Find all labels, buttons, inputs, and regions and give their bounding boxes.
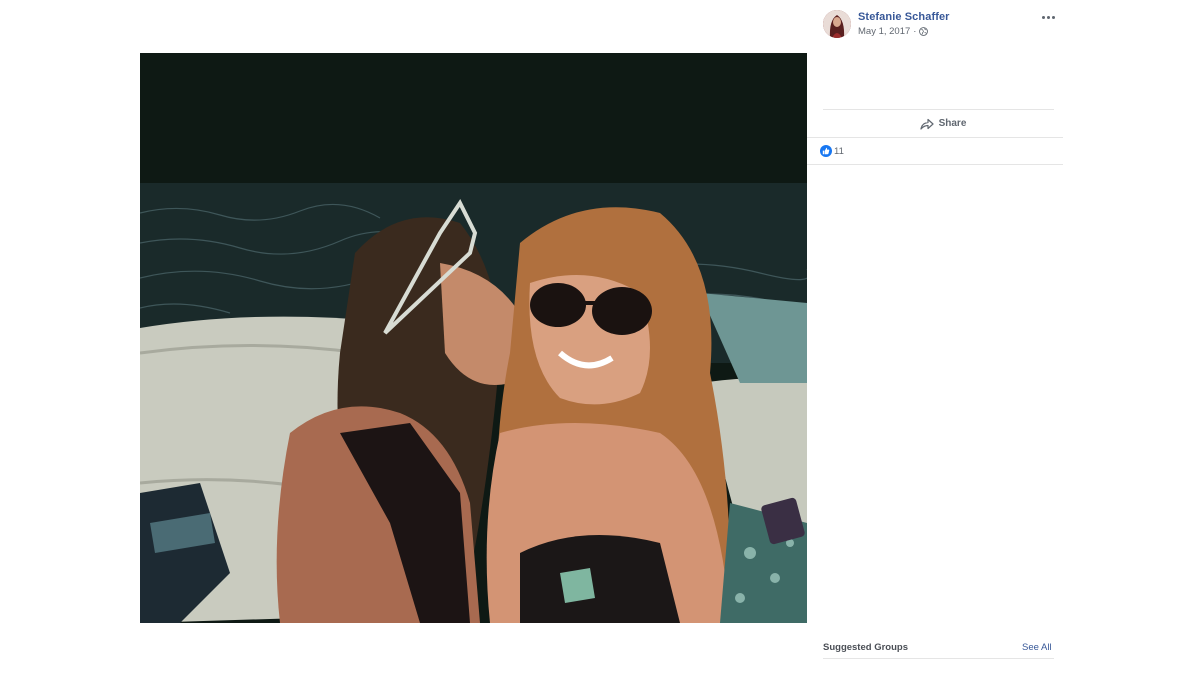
divider — [823, 658, 1054, 659]
share-button[interactable]: Share — [823, 110, 1063, 137]
author-name-link[interactable]: Stefanie Schaffer — [858, 11, 950, 23]
reactions-summary[interactable]: 11 — [820, 145, 844, 157]
post-date[interactable]: May 1, 2017 — [858, 26, 910, 37]
globe-icon[interactable] — [919, 27, 929, 36]
suggested-groups-title: Suggested Groups — [823, 642, 908, 653]
post-sidebar: Stefanie Schaffer May 1, 2017 · Share 11… — [807, 0, 1065, 674]
ellipsis-icon[interactable] — [1039, 10, 1057, 24]
like-icon — [820, 145, 832, 157]
share-arrow-icon — [919, 118, 934, 130]
photo-viewer: Stefanie Schaffer May 1, 2017 · Share 11… — [0, 0, 1200, 674]
divider — [807, 164, 1063, 165]
see-all-link[interactable]: See All — [1022, 642, 1052, 653]
reaction-count: 11 — [834, 145, 844, 157]
post-photo[interactable] — [140, 53, 807, 623]
author-avatar[interactable] — [823, 10, 851, 38]
share-label: Share — [938, 118, 967, 129]
divider — [807, 137, 1063, 138]
post-meta: May 1, 2017 · — [858, 26, 929, 37]
meta-separator: · — [913, 26, 917, 37]
